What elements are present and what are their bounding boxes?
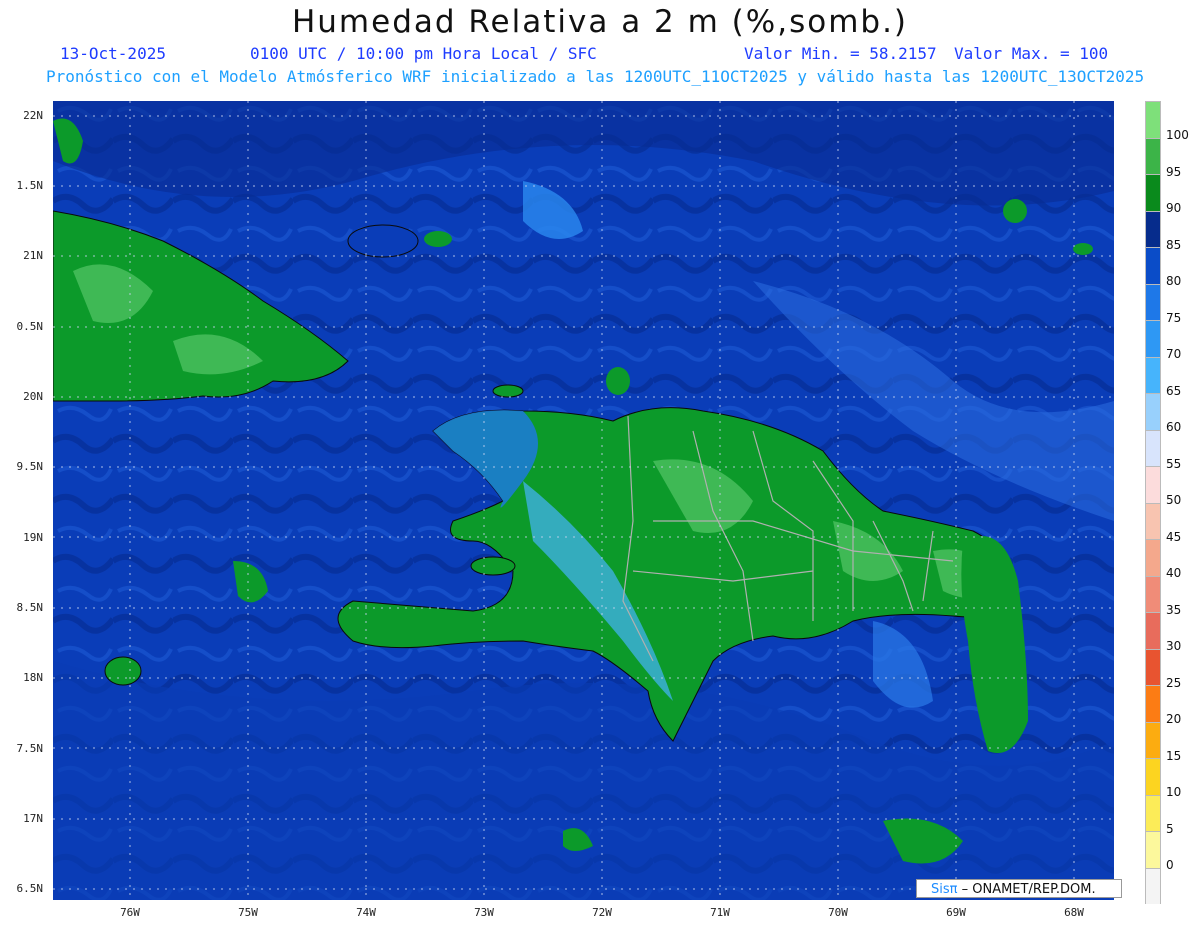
colorbar-swatch (1145, 539, 1161, 576)
colorbar-label: 65 (1166, 383, 1182, 398)
colorbar-swatch (1145, 612, 1161, 649)
island-patch (1073, 243, 1093, 255)
forecast-time: 0100 UTC / 10:00 pm Hora Local / SFC (250, 44, 597, 63)
colorbar-label: 0 (1166, 858, 1174, 872)
colorbar-label: 90 (1166, 201, 1182, 215)
colorbar-label: 70 (1166, 347, 1182, 361)
colorbar-swatch (1145, 831, 1161, 868)
colorbar-swatch (1145, 174, 1161, 211)
island-patch (424, 231, 452, 247)
colorbar-swatch (1145, 137, 1161, 174)
colorbar-swatch (1145, 247, 1161, 284)
great-inagua-island (347, 224, 419, 258)
lon-label: 76W (120, 906, 140, 919)
colorbar-swatch (1145, 320, 1161, 357)
colorbar-label: 95 (1166, 164, 1182, 179)
min-value: Valor Min. = 58.2157 (744, 44, 937, 63)
colorbar-label: 30 (1166, 639, 1182, 653)
colorbar-label: 100 (1166, 128, 1189, 142)
colorbar-swatch (1145, 210, 1161, 247)
colorbar-swatch (1145, 101, 1161, 138)
colorbar-swatch (1145, 721, 1161, 758)
colorbar-label: 35 (1166, 602, 1182, 617)
credit-text: – ONAMET/REP.DOM. (961, 882, 1096, 897)
lon-label: 70W (828, 906, 848, 919)
lat-label: 0.5N (16, 320, 44, 333)
colorbar-label: 40 (1166, 566, 1182, 580)
lat-label: 7.5N (16, 742, 44, 755)
credit-brand: Sisπ (931, 882, 958, 897)
colorbar-label: 75 (1166, 310, 1182, 325)
tortuga-island (492, 384, 524, 398)
lon-label: 69W (946, 906, 966, 919)
lat-label: 21N (23, 249, 43, 262)
colorbar-swatch (1145, 466, 1161, 503)
colorbar-swatch (1145, 867, 1161, 904)
forecast-date: 13-Oct-2025 (60, 44, 166, 63)
lon-label: 73W (474, 906, 494, 919)
model-info: Pronóstico con el Modelo Atmósferico WRF… (46, 67, 1145, 86)
gonave-island (470, 556, 516, 576)
humidity-map (53, 101, 1114, 900)
lon-label: 74W (356, 906, 376, 919)
colorbar-swatch (1145, 393, 1161, 430)
lat-label: 9.5N (16, 460, 44, 473)
lon-label: 75W (238, 906, 258, 919)
lat-label: 1.5N (16, 179, 44, 192)
colorbar-label: 55 (1166, 456, 1182, 471)
lat-label: 17N (23, 812, 43, 825)
lat-label: 8.5N (16, 601, 44, 614)
colorbar-swatch (1145, 429, 1161, 466)
colorbar-swatch (1145, 283, 1161, 320)
colorbar-label: 85 (1166, 237, 1182, 252)
colorbar-swatch (1145, 575, 1161, 612)
map-title: Humedad Relativa a 2 m (%,somb.) (291, 4, 909, 40)
colorbar-label: 80 (1166, 274, 1182, 288)
colorbar-swatch (1145, 794, 1161, 831)
island-patch (606, 367, 630, 395)
colorbar-swatch (1145, 502, 1161, 539)
jamaica-patch (104, 656, 142, 686)
lon-label: 68W (1064, 906, 1084, 919)
credit-box: Sisπ – ONAMET/REP.DOM. (916, 879, 1122, 898)
colorbar-label: 25 (1166, 675, 1182, 690)
colorbar-label: 45 (1166, 529, 1182, 544)
colorbar-swatch (1145, 356, 1161, 393)
lat-label: 19N (23, 531, 43, 544)
colorbar (1145, 101, 1161, 905)
colorbar-label: 50 (1166, 493, 1182, 507)
max-value: Valor Max. = 100 (954, 44, 1109, 63)
colorbar-swatch (1145, 648, 1161, 685)
colorbar-swatch (1145, 685, 1161, 722)
lat-label: 6.5N (16, 882, 44, 895)
lon-label: 72W (592, 906, 612, 919)
colorbar-swatch (1145, 758, 1161, 795)
colorbar-label: 15 (1166, 748, 1182, 763)
colorbar-label: 10 (1166, 785, 1182, 799)
colorbar-label: 20 (1166, 712, 1182, 726)
lat-label: 20N (23, 390, 43, 403)
lat-label: 22N (23, 109, 43, 122)
island-patch (1003, 199, 1027, 223)
colorbar-label: 5 (1166, 821, 1174, 836)
colorbar-label: 60 (1166, 420, 1182, 434)
lat-label: 18N (23, 671, 43, 684)
lon-label: 71W (710, 906, 730, 919)
